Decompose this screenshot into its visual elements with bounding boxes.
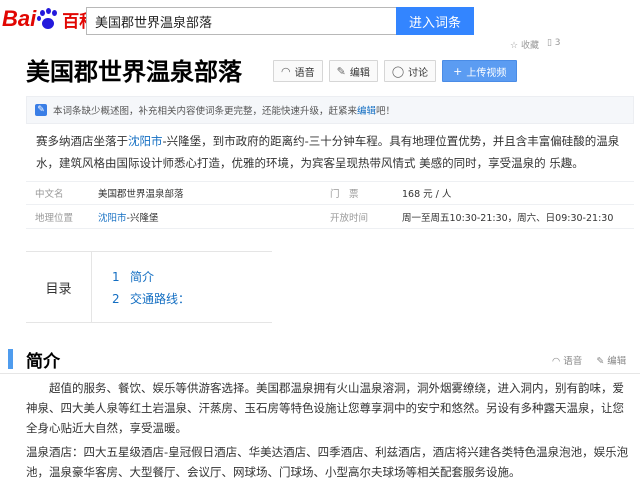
- info-key-opening-hours: 开放时间: [330, 212, 369, 224]
- section-voice-label: 语音: [563, 356, 583, 367]
- headphones-icon: ◠: [552, 356, 561, 367]
- like-button[interactable]: ▯ 3: [547, 38, 561, 50]
- page-title: 美国郡世界温泉部落: [26, 58, 242, 86]
- upload-label: 上传视频: [466, 67, 507, 79]
- headphones-icon: ◠: [281, 64, 291, 78]
- info-row: 中文名 美国郡世界温泉部落 门 票 168 元 / 人: [26, 181, 634, 205]
- paw-icon: [37, 8, 59, 30]
- section-edit-label: 编辑: [607, 356, 627, 367]
- favorite-button[interactable]: ☆ 收藏: [510, 38, 539, 51]
- toc-label: 目录: [26, 252, 92, 322]
- toc-item-label: 交通路线：: [130, 292, 191, 306]
- toc-item-intro[interactable]: 1 简介: [112, 266, 190, 288]
- section-tools: ◠ 语音 ✎ 编辑: [552, 353, 626, 367]
- voice-button[interactable]: ◠ 语音: [273, 60, 323, 82]
- discuss-label: 讨论: [408, 67, 429, 79]
- top-bar: Bai 百科 进入词条: [0, 0, 640, 40]
- mini-tools: ☆ 收藏 ▯ 3: [510, 38, 561, 51]
- plus-icon: +: [453, 64, 463, 78]
- info-row: 地理位置 沈阳市-兴隆堡 开放时间 周一至周五10:30-21:30，周六、日0…: [26, 205, 634, 229]
- title-toolbar: ◠ 语音 ✎ 编辑 ◯ 讨论 + 上传视频: [273, 60, 518, 82]
- toc-item-number: 2: [112, 292, 120, 306]
- toc-item-label: 简介: [130, 270, 155, 284]
- shenyang-link[interactable]: 沈阳市: [128, 134, 163, 148]
- notice-text-end: 吧！: [376, 106, 396, 117]
- enter-entry-button[interactable]: 进入词条: [396, 7, 474, 35]
- missing-image-notice: ✎ 本词条缺少概述图，补充相关内容使词条更完整，还能快速升级，赶紧来编辑吧！: [26, 96, 634, 124]
- like-count: 3: [554, 38, 561, 48]
- body-paragraph: 超值的服务、餐饮、娱乐等供游客选择。美国郡温泉拥有火山温泉溶洞，洞外烟雾缭绕，进…: [26, 381, 624, 435]
- location-rest: -兴隆堡: [126, 212, 159, 224]
- section-title: 简介: [26, 352, 60, 372]
- location-link[interactable]: 沈阳市: [98, 213, 127, 224]
- info-value-chinese-name: 美国郡世界温泉部落: [98, 189, 184, 200]
- voice-label: 语音: [294, 67, 315, 79]
- basic-info-table: 中文名 美国郡世界温泉部落 门 票 168 元 / 人 地理位置 沈阳市-兴隆堡…: [26, 181, 634, 229]
- info-key-ticket: 门 票: [330, 189, 359, 200]
- intro-text-pre: 赛多纳酒店坐落于: [36, 134, 128, 148]
- section-accent-bar: [8, 349, 13, 369]
- chat-bubble-icon: ◯: [391, 64, 405, 78]
- notice-edit-link[interactable]: 编辑: [357, 106, 376, 117]
- info-value-ticket: 168 元 / 人: [402, 189, 452, 200]
- toc-list: 1 简介 2 交通路线：: [112, 266, 190, 310]
- edit-button[interactable]: ✎ 编辑: [328, 60, 378, 82]
- intro-paragraph: 赛多纳酒店坐落于沈阳市-兴隆堡，到市政府的距离约-三十分钟车程。具有地理位置优势…: [36, 130, 632, 174]
- notice-text: 本词条缺少概述图，补充相关内容使词条更完整，还能快速升级，赶紧来: [53, 106, 358, 117]
- section-edit-button[interactable]: ✎ 编辑: [596, 353, 626, 367]
- pencil-icon: ✎: [596, 356, 605, 367]
- info-key-chinese-name: 中文名: [35, 189, 64, 200]
- baidu-baike-logo[interactable]: Bai 百科: [2, 4, 96, 34]
- body-paragraph: 温泉酒店：四大五星级酒店-皇冠假日酒店、华美达酒店、四季酒店、利兹酒店，酒店将兴…: [26, 445, 629, 479]
- table-of-contents: 目录 1 简介 2 交通路线：: [26, 251, 272, 323]
- toc-item-transport[interactable]: 2 交通路线：: [112, 288, 190, 310]
- edit-pen-icon: ✎: [35, 104, 47, 116]
- info-value-location: 沈阳市-兴隆堡: [98, 210, 330, 224]
- upload-video-button[interactable]: + 上传视频: [442, 60, 518, 82]
- section-header-intro: 简介 ◠ 语音 ✎ 编辑: [0, 344, 640, 374]
- pencil-icon: ✎: [336, 64, 346, 78]
- logo-text-bai: Bai: [2, 6, 37, 31]
- favorite-label: 收藏: [520, 41, 539, 51]
- toc-item-number: 1: [112, 270, 120, 284]
- search-input[interactable]: [86, 7, 396, 35]
- info-value-opening-hours: 周一至周五10:30-21:30，周六、日09:30-21:30: [402, 212, 614, 224]
- info-key-location: 地理位置: [35, 212, 74, 224]
- discuss-button[interactable]: ◯ 讨论: [383, 60, 437, 82]
- edit-label: 编辑: [349, 67, 370, 79]
- section-voice-button[interactable]: ◠ 语音: [552, 353, 582, 367]
